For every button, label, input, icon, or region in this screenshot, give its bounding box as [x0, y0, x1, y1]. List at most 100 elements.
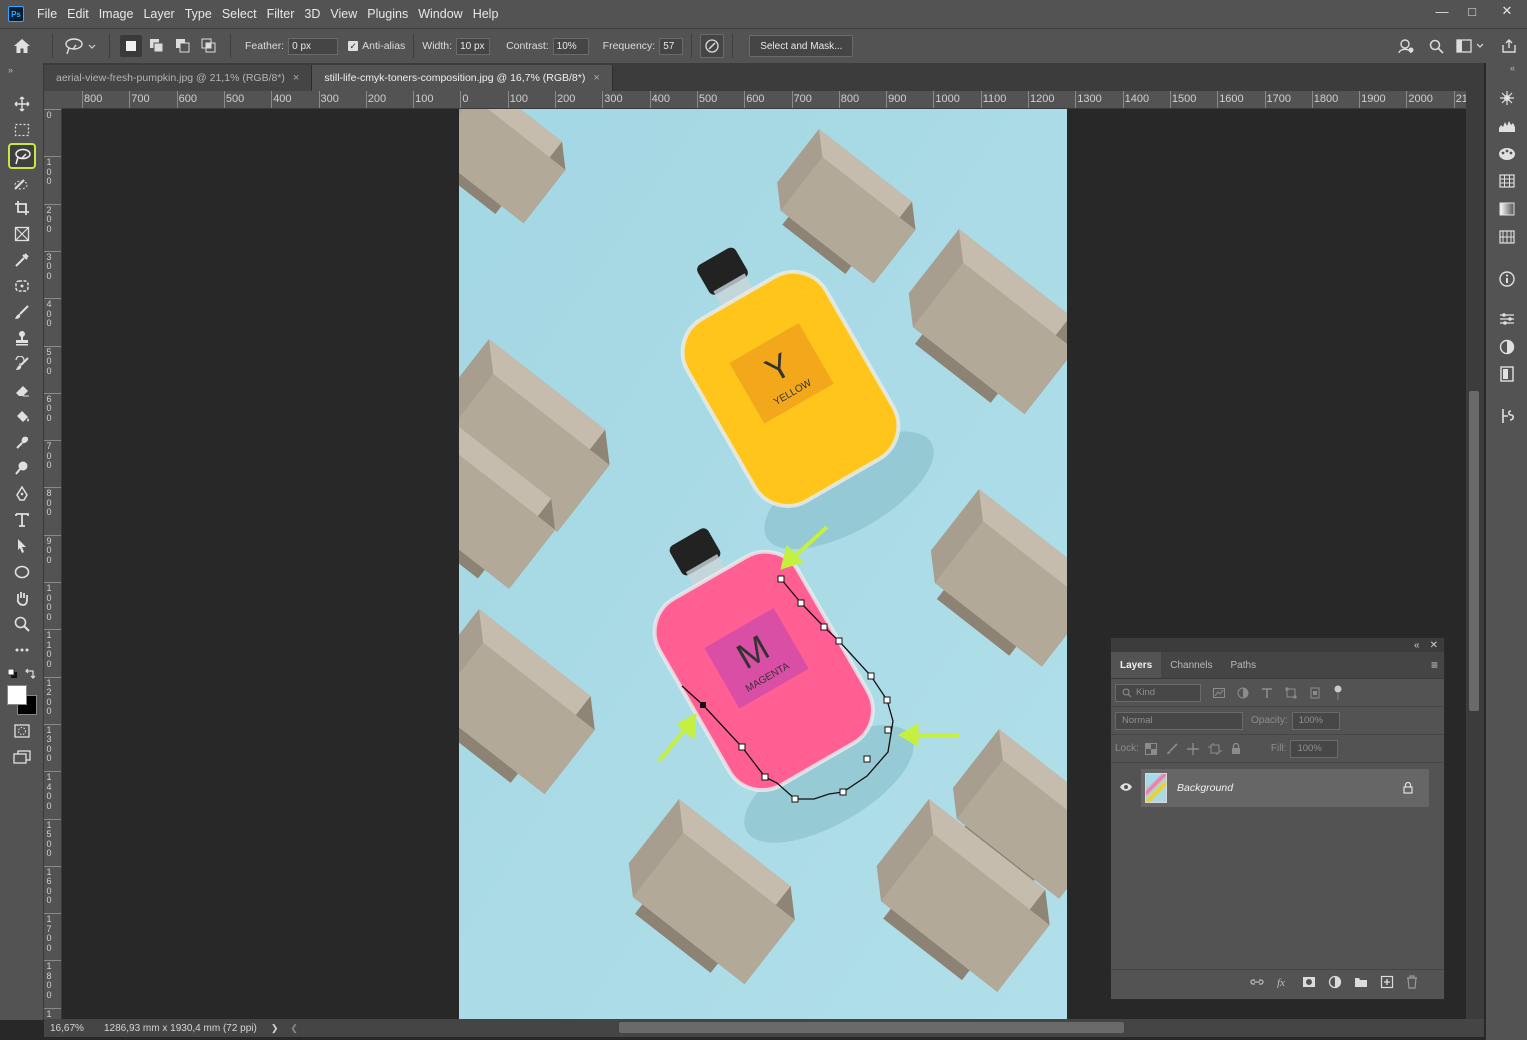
- lock-all-icon[interactable]: [1231, 742, 1241, 755]
- tab-cmyk-toners[interactable]: still-life-cmyk-toners-composition.jpg @…: [312, 65, 613, 91]
- add-mask-icon[interactable]: [1302, 976, 1316, 988]
- menu-edit[interactable]: Edit: [62, 0, 94, 28]
- contrast-input[interactable]: 10%: [552, 37, 589, 55]
- horizontal-ruler[interactable]: 800 700 600 500 400 300 200 100 0 100 200 300 400 500…: [62, 91, 1466, 109]
- more-tools-icon[interactable]: [8, 638, 36, 662]
- link-layers-icon[interactable]: [1250, 977, 1264, 987]
- path-selection-tool-icon[interactable]: [8, 534, 36, 558]
- pixel-layer-filter-icon[interactable]: [1213, 687, 1225, 698]
- search-icon[interactable]: [1421, 34, 1451, 58]
- layer-row-background[interactable]: Background: [1141, 769, 1429, 807]
- menu-help[interactable]: Help: [468, 0, 504, 28]
- vertical-scrollbar[interactable]: [1466, 91, 1484, 1019]
- lock-position-icon[interactable]: [1186, 742, 1199, 755]
- rectangular-marquee-tool-icon[interactable]: [8, 118, 36, 142]
- close-window-button[interactable]: ✕: [1487, 0, 1527, 22]
- crop-tool-icon[interactable]: [8, 196, 36, 220]
- frame-tool-icon[interactable]: [8, 222, 36, 246]
- smart-object-filter-icon[interactable]: [1309, 687, 1321, 699]
- document-image[interactable]: Y YELLOW M MAGENTA: [459, 109, 1067, 1019]
- type-layer-filter-icon[interactable]: [1261, 687, 1273, 699]
- expand-toolbar-icon[interactable]: »: [8, 65, 13, 75]
- menu-type[interactable]: Type: [180, 0, 217, 28]
- type-tool-icon[interactable]: [8, 508, 36, 532]
- paint-bucket-tool-icon[interactable]: [8, 404, 36, 428]
- layer-name[interactable]: Background: [1177, 782, 1233, 794]
- vertical-scroll-thumb[interactable]: [1469, 391, 1479, 711]
- close-tab-icon[interactable]: ×: [593, 72, 599, 84]
- swap-colors-icon[interactable]: [24, 667, 36, 679]
- close-panel-icon[interactable]: ✕: [1430, 640, 1438, 651]
- new-layer-icon[interactable]: [1380, 975, 1394, 989]
- menu-file[interactable]: File: [32, 0, 62, 28]
- horizontal-scroll-thumb[interactable]: [619, 1022, 1124, 1033]
- filter-toggle-icon[interactable]: [1333, 685, 1343, 701]
- new-selection-mode-icon[interactable]: [120, 35, 142, 57]
- intersect-selection-icon[interactable]: [198, 35, 220, 57]
- patterns-icon[interactable]: [1494, 226, 1520, 248]
- maximize-button[interactable]: □: [1457, 0, 1487, 22]
- dodge-tool-icon[interactable]: [8, 456, 36, 480]
- histogram-icon[interactable]: [1494, 115, 1520, 137]
- color-palette-icon[interactable]: [1494, 143, 1520, 165]
- opacity-input[interactable]: 100%: [1291, 711, 1340, 730]
- navigator-icon[interactable]: [1494, 87, 1520, 109]
- feather-input[interactable]: 0 px: [288, 37, 339, 55]
- screen-mode-icon[interactable]: [8, 745, 36, 769]
- history-brush-tool-icon[interactable]: [8, 352, 36, 376]
- workspace-icon[interactable]: [1451, 34, 1491, 58]
- menu-layer[interactable]: Layer: [138, 0, 179, 28]
- tab-paths[interactable]: Paths: [1222, 652, 1266, 678]
- quick-selection-tool-icon[interactable]: [8, 171, 36, 195]
- layer-visibility-icon[interactable]: [1119, 781, 1133, 795]
- libraries-icon[interactable]: [1494, 363, 1520, 385]
- hand-tool-icon[interactable]: [8, 586, 36, 610]
- layer-style-fx-icon[interactable]: fx: [1276, 976, 1290, 988]
- stylus-pressure-icon[interactable]: [700, 34, 725, 58]
- magnetic-lasso-preset-icon[interactable]: [61, 34, 101, 58]
- zoom-level[interactable]: 16,67%: [44, 1023, 92, 1034]
- foreground-color-swatch[interactable]: [7, 685, 27, 705]
- info-icon[interactable]: [1494, 268, 1520, 290]
- spot-healing-tool-icon[interactable]: [8, 274, 36, 298]
- antialias-checkbox[interactable]: ✓ Anti-alias: [348, 40, 405, 52]
- brush-tool-icon[interactable]: [8, 300, 36, 324]
- scroll-left-arrow[interactable]: ❮: [290, 1023, 298, 1034]
- move-tool-icon[interactable]: [8, 92, 36, 116]
- new-adjustment-layer-icon[interactable]: [1328, 975, 1342, 989]
- document-info[interactable]: 1286,93 mm x 1930,4 mm (72 ppi): [104, 1023, 257, 1034]
- width-input[interactable]: 10 px: [456, 37, 491, 55]
- collapse-panels-icon[interactable]: «: [1510, 63, 1515, 73]
- filter-kind-select[interactable]: Kind: [1115, 683, 1201, 702]
- vertical-ruler[interactable]: 0 1 0 0 2 0 0 3 0 0 4 0 0 5 0 0 6 0 0 7 0 0 8 0 …: [44, 109, 62, 1019]
- default-colors-icon[interactable]: [7, 668, 18, 678]
- menu-view[interactable]: View: [325, 0, 362, 28]
- shape-layer-filter-icon[interactable]: [1285, 687, 1297, 699]
- lock-artboard-icon[interactable]: [1207, 742, 1222, 755]
- adjustments-icon[interactable]: [1494, 336, 1520, 358]
- home-icon[interactable]: [0, 34, 44, 58]
- share-icon[interactable]: [1491, 34, 1527, 58]
- menu-window[interactable]: Window: [413, 0, 467, 28]
- lock-transparent-icon[interactable]: [1144, 742, 1157, 755]
- frequency-input[interactable]: 57: [659, 37, 684, 55]
- tab-pumpkin[interactable]: aerial-view-fresh-pumpkin.jpg @ 21,1% (R…: [44, 65, 313, 91]
- eraser-tool-icon[interactable]: [8, 378, 36, 402]
- eyedropper-tool-icon[interactable]: [8, 248, 36, 272]
- delete-layer-icon[interactable]: [1406, 974, 1418, 989]
- share-user-icon[interactable]: [1391, 34, 1421, 58]
- panel-menu-icon[interactable]: ≡: [1431, 658, 1438, 672]
- clone-stamp-tool-icon[interactable]: [8, 326, 36, 350]
- status-menu-arrow[interactable]: ❯: [271, 1023, 279, 1034]
- tab-channels[interactable]: Channels: [1161, 652, 1221, 678]
- minimize-button[interactable]: —: [1427, 0, 1457, 22]
- fill-input[interactable]: 100%: [1290, 739, 1339, 758]
- menu-select[interactable]: Select: [217, 0, 262, 28]
- menu-filter[interactable]: Filter: [262, 0, 300, 28]
- adjustment-layer-filter-icon[interactable]: [1237, 687, 1249, 699]
- lock-image-pixels-icon[interactable]: [1166, 742, 1178, 755]
- magnetic-lasso-tool-icon[interactable]: [8, 143, 36, 169]
- close-tab-icon[interactable]: ×: [293, 72, 299, 84]
- swatches-icon[interactable]: [1494, 170, 1520, 192]
- menu-plugins[interactable]: Plugins: [362, 0, 413, 28]
